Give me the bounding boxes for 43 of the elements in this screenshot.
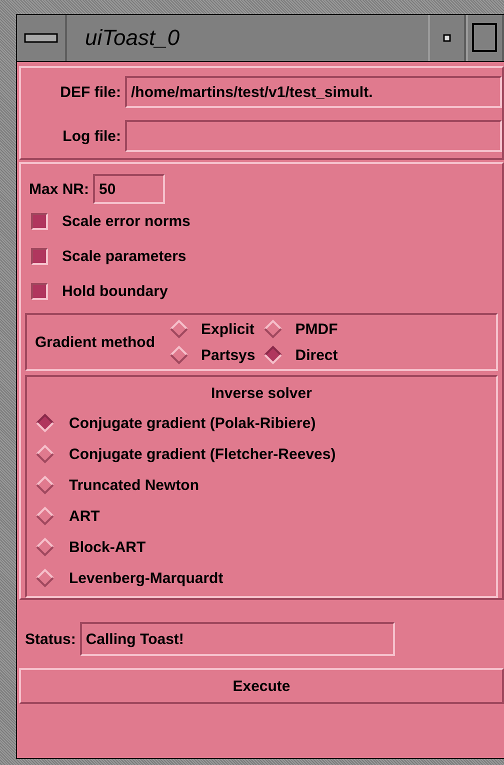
- bar-icon: [24, 32, 58, 44]
- radio-button[interactable]: [263, 345, 284, 365]
- radio-label: Levenberg-Marquardt: [69, 570, 224, 586]
- group-label: Gradient method: [35, 334, 156, 350]
- radio-button[interactable]: [169, 345, 190, 365]
- checkbox-label: Scale parameters: [62, 248, 186, 265]
- field-label: Log file:: [62, 128, 121, 144]
- window-title: uiToast_0: [84, 24, 181, 52]
- radio-button[interactable]: [35, 475, 55, 495]
- checkbox-label: Hold boundary: [62, 283, 168, 300]
- checkbox[interactable]: [31, 283, 48, 300]
- radio-label: Conjugate gradient (Polak-Ribiere): [69, 414, 316, 432]
- minimize-button[interactable]: [428, 15, 466, 61]
- number-field[interactable]: 50: [93, 174, 166, 204]
- radio-button[interactable]: [35, 413, 55, 433]
- radio-label: Block-ART: [69, 538, 146, 556]
- minimize-icon: [443, 34, 451, 42]
- radio-label: Conjugate gradient (Fletcher-Reeves): [69, 446, 336, 462]
- radio-button[interactable]: [35, 506, 55, 526]
- radio-label: ART: [69, 508, 100, 524]
- radio-button[interactable]: [35, 444, 55, 464]
- radio-label: Partsys: [201, 346, 256, 364]
- text-field[interactable]: [125, 120, 502, 152]
- radio-button[interactable]: [35, 537, 55, 557]
- maximize-icon: [472, 23, 498, 53]
- field-label: Status:: [25, 630, 76, 648]
- radio-button[interactable]: [169, 319, 190, 339]
- checkbox-label: Scale error norms: [62, 213, 190, 230]
- radio-button[interactable]: [263, 319, 284, 339]
- checkbox[interactable]: [31, 213, 48, 230]
- execute-button[interactable]: Execute: [19, 668, 504, 704]
- field-label: Max NR:: [29, 180, 90, 198]
- radio-label: PMDF: [295, 320, 338, 338]
- radio-label: Truncated Newton: [69, 476, 200, 494]
- radio-label: Direct: [295, 346, 338, 364]
- maximize-button[interactable]: [466, 15, 504, 61]
- field-label: DEF file:: [59, 84, 121, 100]
- radio-label: Explicit: [201, 320, 254, 338]
- radio-button[interactable]: [35, 568, 55, 588]
- group-title: Inverse solver: [211, 385, 312, 402]
- checkbox[interactable]: [31, 248, 48, 265]
- status-field[interactable]: Calling Toast!: [80, 622, 395, 656]
- text-field[interactable]: /home/martins/test/v1/test_simult.: [125, 76, 502, 108]
